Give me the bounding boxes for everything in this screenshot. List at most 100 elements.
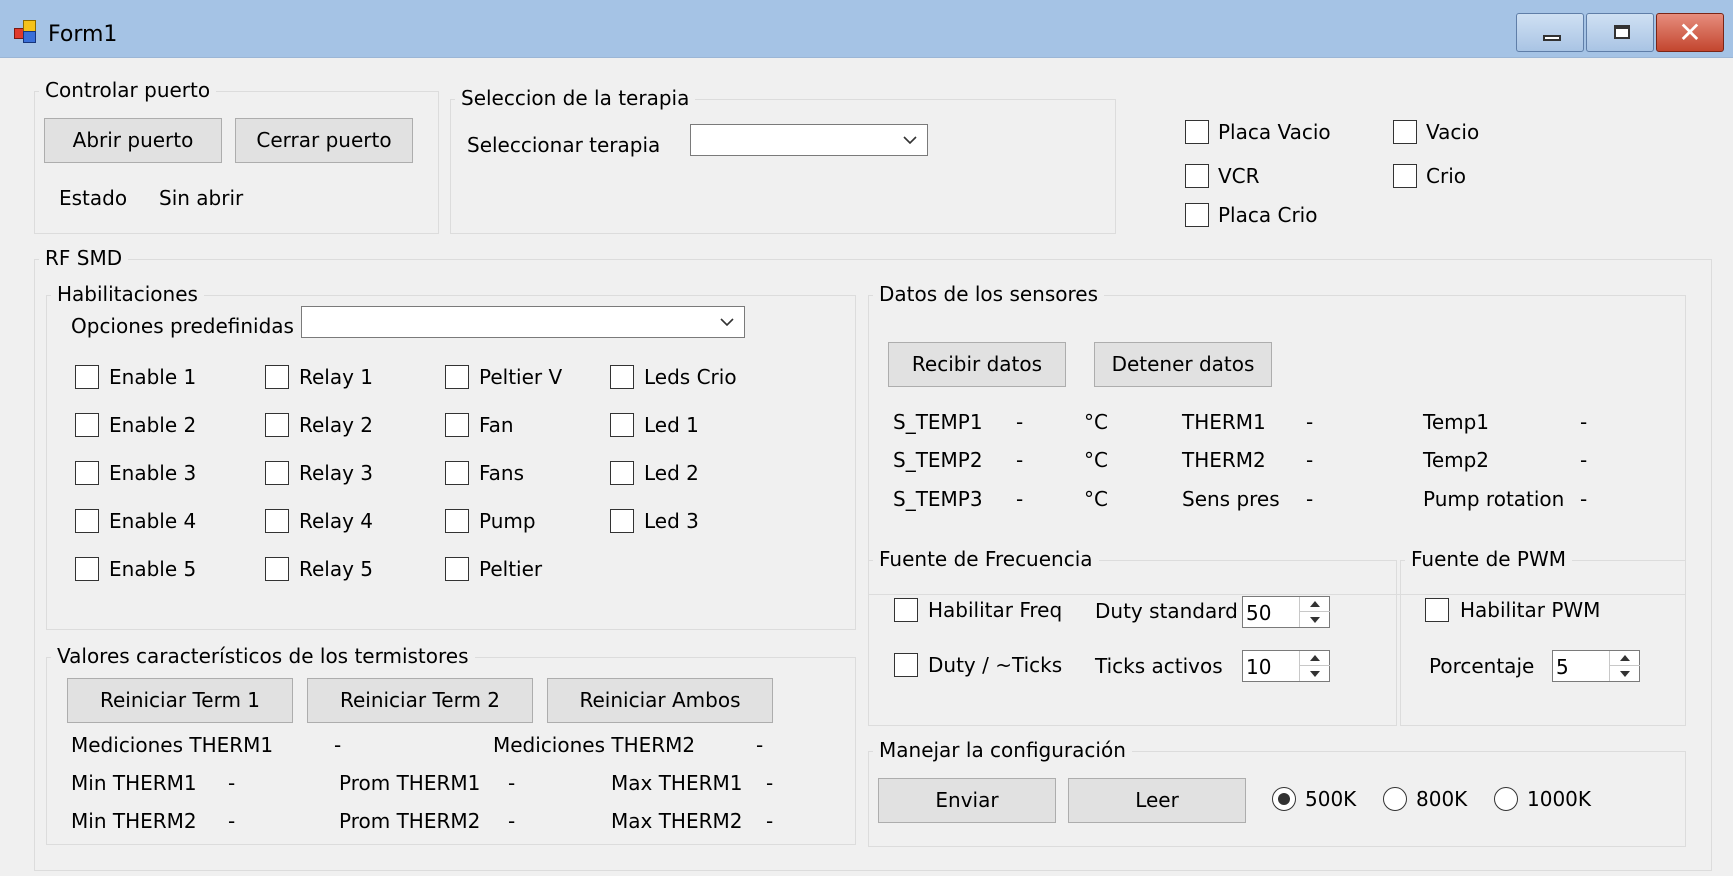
fans-label: Fans: [479, 461, 525, 485]
led-1-checkbox[interactable]: [610, 413, 634, 437]
relay-1-label: Relay 1: [299, 365, 374, 389]
vacio-checkbox[interactable]: [1393, 120, 1417, 144]
fans-checkbox[interactable]: [445, 461, 469, 485]
sens-pres-value: -: [1306, 487, 1314, 511]
led-3-checkbox[interactable]: [610, 509, 634, 533]
enable-5-checkbox[interactable]: [75, 557, 99, 581]
habilitar-pwm-checkbox[interactable]: [1425, 598, 1449, 622]
s-temp3-unit: °C: [1084, 487, 1108, 511]
mediciones-therm2-value: -: [756, 733, 764, 757]
pump-checkbox[interactable]: [445, 509, 469, 533]
temp1-label: Temp1: [1423, 410, 1490, 434]
led-1-label: Led 1: [644, 413, 699, 437]
spinner-up-arrow-icon[interactable]: [1300, 597, 1330, 612]
minimize-button[interactable]: [1516, 13, 1584, 52]
spinner-up-arrow-icon[interactable]: [1610, 651, 1640, 666]
relay-3-label: Relay 3: [299, 461, 374, 485]
chevron-down-icon: [720, 307, 734, 337]
enable-3-label: Enable 3: [109, 461, 197, 485]
spinner-down-arrow-icon[interactable]: [1300, 666, 1330, 681]
stop-data-button[interactable]: Detener datos: [1094, 342, 1272, 387]
placa-crio-checkbox[interactable]: [1185, 203, 1209, 227]
spinner-down-arrow-icon[interactable]: [1300, 612, 1330, 627]
ticks-activos-spinner[interactable]: 10: [1242, 650, 1330, 682]
reset-both-button[interactable]: Reiniciar Ambos: [547, 678, 773, 723]
enable-4-checkbox[interactable]: [75, 509, 99, 533]
temp1-value: -: [1580, 410, 1588, 434]
relay-1-checkbox[interactable]: [265, 365, 289, 389]
rate-800k-radio[interactable]: [1383, 787, 1407, 811]
frecuencia-group: [868, 560, 1397, 726]
placa-vacio-checkbox[interactable]: [1185, 120, 1209, 144]
termistores-legend: Valores característicos de los termistor…: [51, 644, 475, 668]
leds-crio-checkbox[interactable]: [610, 365, 634, 389]
port-control-legend: Controlar puerto: [39, 78, 217, 102]
app-icon: [14, 20, 40, 44]
crio-label: Crio: [1426, 164, 1466, 188]
peltier-checkbox[interactable]: [445, 557, 469, 581]
duty-standard-label: Duty standard: [1095, 599, 1238, 623]
min-therm1-label: Min THERM1: [71, 771, 197, 795]
port-status-label: Estado: [59, 186, 128, 210]
open-port-button[interactable]: Abrir puerto: [44, 118, 222, 163]
ticks-activos-label: Ticks activos: [1095, 654, 1223, 678]
s-temp1-unit: °C: [1084, 410, 1108, 434]
enable-2-checkbox[interactable]: [75, 413, 99, 437]
receive-data-button[interactable]: Recibir datos: [888, 342, 1066, 387]
rate-800k-label: 800K: [1416, 787, 1468, 811]
duty-ticks-checkbox[interactable]: [894, 653, 918, 677]
relay-2-checkbox[interactable]: [265, 413, 289, 437]
min-therm1-value: -: [228, 771, 236, 795]
led-2-checkbox[interactable]: [610, 461, 634, 485]
therm1-value: -: [1306, 410, 1314, 434]
read-button[interactable]: Leer: [1068, 778, 1246, 823]
enable-3-checkbox[interactable]: [75, 461, 99, 485]
max-therm1-value: -: [766, 771, 774, 795]
temp2-value: -: [1580, 448, 1588, 472]
relay-4-checkbox[interactable]: [265, 509, 289, 533]
habilitar-freq-checkbox[interactable]: [894, 598, 918, 622]
duty-standard-spinner[interactable]: 50: [1242, 596, 1330, 628]
enable-1-label: Enable 1: [109, 365, 197, 389]
s-temp3-value: -: [1016, 487, 1024, 511]
title-bar: Form1 ✕: [0, 0, 1733, 58]
therapy-select[interactable]: [690, 124, 928, 156]
relay-5-checkbox[interactable]: [265, 557, 289, 581]
frecuencia-legend: Fuente de Frecuencia: [873, 547, 1099, 571]
maximize-button[interactable]: [1586, 13, 1654, 52]
reset-term1-button[interactable]: Reiniciar Term 1: [67, 678, 293, 723]
vcr-checkbox[interactable]: [1185, 164, 1209, 188]
close-button[interactable]: ✕: [1656, 13, 1724, 52]
spinner-down-arrow-icon[interactable]: [1610, 666, 1640, 681]
preset-options-select[interactable]: [301, 306, 745, 338]
pump-rotation-label: Pump rotation: [1423, 487, 1565, 511]
relay-2-label: Relay 2: [299, 413, 374, 437]
reset-term2-button[interactable]: Reiniciar Term 2: [307, 678, 533, 723]
s-temp1-label: S_TEMP1: [893, 410, 983, 434]
therapy-select-label: Seleccionar terapia: [467, 133, 661, 157]
peltier-v-checkbox[interactable]: [445, 365, 469, 389]
peltier-v-label: Peltier V: [479, 365, 563, 389]
porcentaje-label: Porcentaje: [1429, 654, 1535, 678]
porcentaje-spinner[interactable]: 5: [1552, 650, 1640, 682]
rate-500k-radio[interactable]: [1272, 787, 1296, 811]
rate-1000k-radio[interactable]: [1494, 787, 1518, 811]
crio-checkbox[interactable]: [1393, 164, 1417, 188]
spinner-up-arrow-icon[interactable]: [1300, 651, 1330, 666]
send-button[interactable]: Enviar: [878, 778, 1056, 823]
close-port-button[interactable]: Cerrar puerto: [235, 118, 413, 163]
fan-checkbox[interactable]: [445, 413, 469, 437]
s-temp2-unit: °C: [1084, 448, 1108, 472]
sensores-legend: Datos de los sensores: [873, 282, 1105, 306]
prom-therm2-label: Prom THERM2: [339, 809, 481, 833]
rate-1000k-label: 1000K: [1527, 787, 1592, 811]
config-legend: Manejar la configuración: [873, 738, 1132, 762]
chevron-down-icon: [903, 125, 917, 155]
leds-crio-label: Leds Crio: [644, 365, 737, 389]
enable-5-label: Enable 5: [109, 557, 197, 581]
relay-3-checkbox[interactable]: [265, 461, 289, 485]
led-2-label: Led 2: [644, 461, 699, 485]
enable-1-checkbox[interactable]: [75, 365, 99, 389]
preset-options-label: Opciones predefinidas: [71, 314, 294, 338]
led-3-label: Led 3: [644, 509, 699, 533]
